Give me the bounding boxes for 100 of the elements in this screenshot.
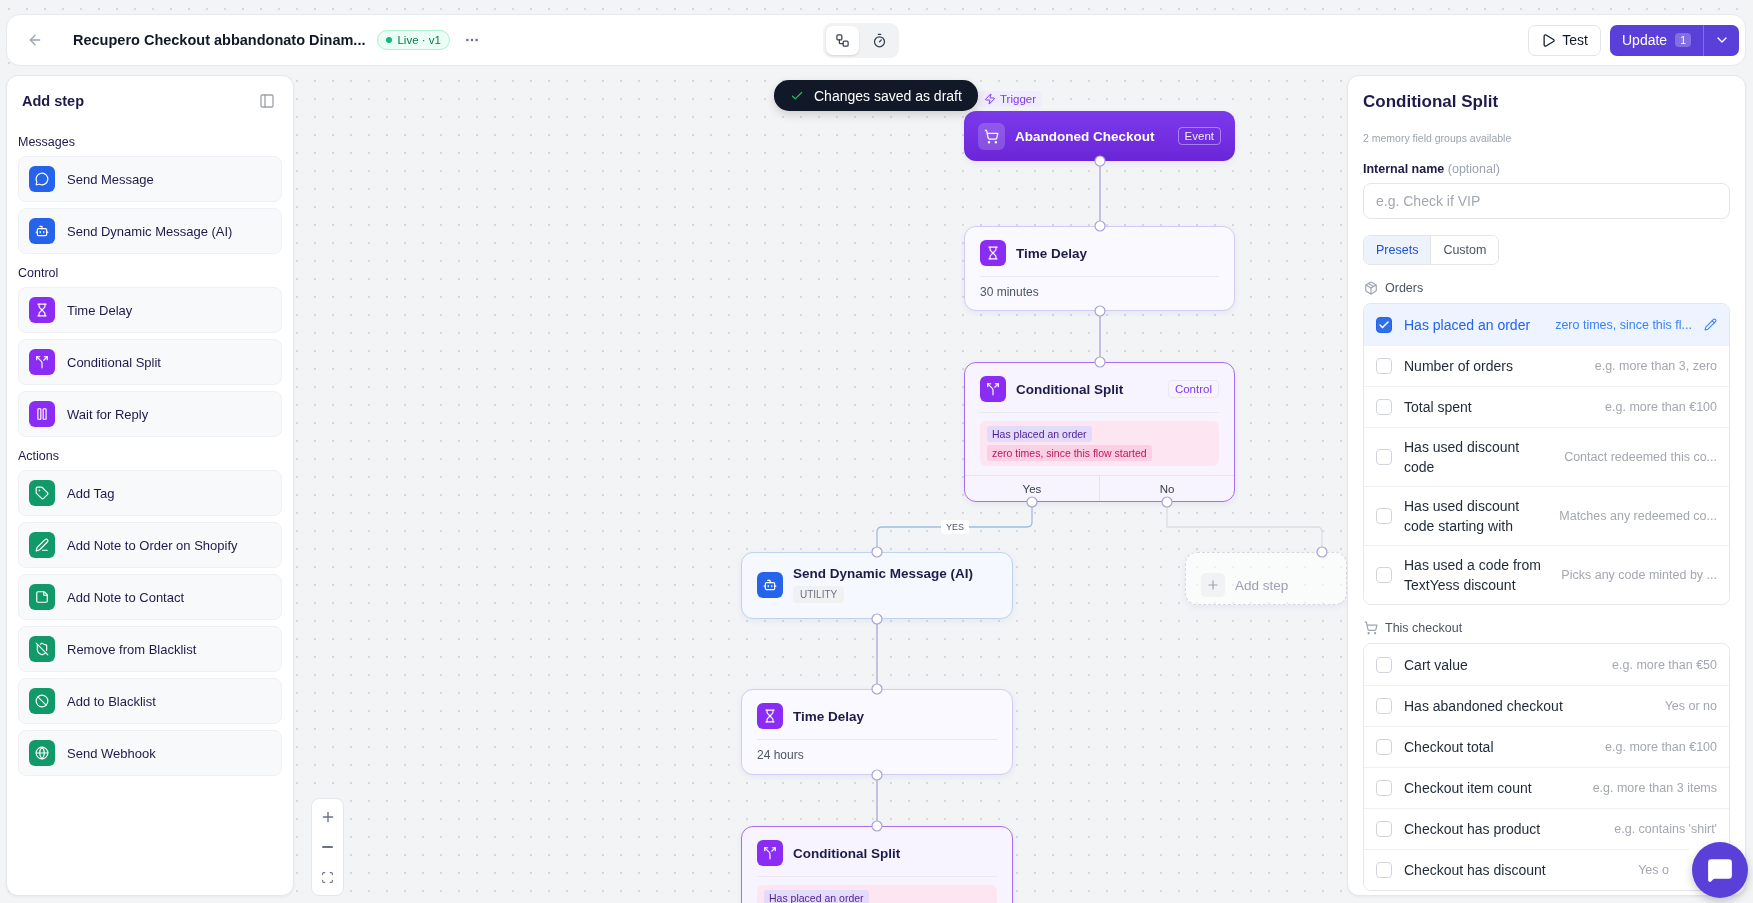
node-detail: 30 minutes	[980, 285, 1040, 299]
input-field[interactable]: e.g. Check if VIP	[1363, 183, 1730, 219]
toast-message: Changes saved as draft	[814, 87, 962, 104]
dropdown-button[interactable]	[1703, 24, 1739, 56]
option-hint: e.g. more than 3, zero	[1594, 359, 1717, 373]
branch-label: Yes	[1021, 481, 1043, 497]
connector	[1099, 315, 1101, 358]
branch-label: YES	[941, 520, 969, 534]
node-title: Abandoned Checkout	[1015, 128, 1156, 144]
step-item[interactable]: Add to Blacklist	[18, 678, 282, 724]
connection-handle[interactable]	[1161, 496, 1173, 508]
option-label: Cart value	[1404, 655, 1469, 675]
flow-node[interactable]: Conditional Split Control Has placed an order zero times, since this flow started Yes No	[964, 362, 1235, 502]
connection-handle[interactable]	[871, 613, 883, 625]
option-hint: e.g. more than €100	[1605, 740, 1717, 754]
node-detail: 24 hours	[757, 748, 805, 762]
option-label: Number of orders	[1404, 357, 1514, 376]
timer-icon	[872, 33, 887, 48]
sidebar-icon	[259, 93, 275, 109]
flow-title: Recupero Checkout abbandonato Dinam...	[73, 32, 366, 48]
option-label: Has used discount code starting with	[1404, 497, 1521, 536]
option-label: Has used discount code	[1404, 438, 1521, 477]
chat-icon	[1707, 857, 1733, 883]
flow-node[interactable]: Time Delay 30 minutes	[964, 226, 1235, 311]
option-label: Checkout has discount	[1404, 861, 1547, 880]
option-row[interactable]: Has placed an order zero times, since this fl...	[1364, 304, 1729, 345]
node-title: Time Delay	[1016, 245, 1089, 261]
status-dot	[386, 37, 393, 43]
step-item[interactable]: Send Message	[18, 156, 282, 202]
step-item[interactable]: Remove from Blacklist	[18, 626, 282, 672]
robot-icon	[757, 571, 783, 598]
step-item[interactable]: Send Webhook	[18, 730, 282, 776]
flow-node[interactable]: Send Dynamic Message (AI) UTILITY	[741, 552, 1013, 619]
checkbox[interactable]	[1376, 316, 1392, 333]
connection-handle[interactable]	[1316, 546, 1328, 558]
cart-icon	[978, 122, 1005, 150]
node-title: Conditional Split	[793, 845, 902, 861]
hourglass-icon	[757, 703, 783, 729]
node-title: Send Dynamic Message (AI)	[793, 566, 975, 581]
qualifier-chip: zero times, since this flow started	[987, 445, 1152, 461]
step-item[interactable]: Add Note to Contact	[18, 574, 282, 620]
connection-handle[interactable]	[871, 683, 883, 695]
option-label: Has abandoned checkout	[1404, 697, 1564, 716]
update-button[interactable]: Update 1	[1610, 24, 1703, 56]
connection-handle[interactable]	[1026, 496, 1038, 508]
option-hint: Picks any code minted by ...	[1561, 568, 1717, 582]
option-label: Checkout total	[1404, 738, 1495, 757]
step-item[interactable]: Add Note to Order on Shopify	[18, 522, 282, 568]
trigger-tag: Trigger	[978, 91, 1042, 107]
box-icon	[1364, 281, 1378, 295]
option-hint: Yes o	[1638, 863, 1669, 877]
flow-view-button[interactable]	[826, 26, 859, 55]
field-label: Internal name (optional)	[1363, 162, 1501, 176]
hourglass-icon	[980, 240, 1006, 266]
option-label: Checkout item count	[1404, 779, 1533, 798]
section-heading: Actions	[18, 449, 60, 463]
status-badge: Live · v1	[377, 30, 450, 50]
add-step-label: Add step	[1235, 577, 1289, 593]
option-label: Has used a code from TextYess discount	[1404, 556, 1542, 595]
connector	[876, 623, 878, 685]
group-heading: This checkout	[1385, 621, 1463, 635]
panel-title: Add step	[22, 93, 85, 109]
node-badge: UTILITY	[793, 586, 845, 603]
option-hint: zero times, since this fl...	[1555, 317, 1692, 332]
step-item[interactable]: Wait for Reply	[18, 391, 282, 437]
tab[interactable]: Presets	[1364, 236, 1431, 264]
connection-handle[interactable]	[1094, 155, 1106, 167]
connection-handle[interactable]	[1094, 356, 1106, 368]
connection-handle[interactable]	[1094, 220, 1106, 232]
option-hint: Matches any redeemed co...	[1559, 509, 1717, 523]
option-row[interactable]: Has used a code from TextYess discount Picks any code minted by ...	[1364, 545, 1729, 604]
edit-icon[interactable]	[1704, 318, 1717, 331]
plus-icon	[1201, 573, 1225, 597]
connection-handle[interactable]	[871, 546, 883, 558]
connection-handle[interactable]	[871, 820, 883, 832]
option-label: Total spent	[1404, 398, 1473, 417]
minus-icon	[322, 846, 333, 848]
option-hint: Contact redeemed this co...	[1564, 450, 1717, 464]
step-item[interactable]: Time Delay	[18, 287, 282, 333]
panel-title: Conditional Split	[1363, 92, 1500, 112]
group-heading: Orders	[1385, 281, 1424, 295]
step-item[interactable]: Add Tag	[18, 470, 282, 516]
test-button[interactable]: Test	[1528, 24, 1601, 56]
panel-subtitle: 2 memory field groups available	[1363, 132, 1513, 144]
option-row[interactable]: Checkout has discount Yes o	[1364, 849, 1689, 890]
flow-node[interactable]: Time Delay 24 hours	[741, 689, 1013, 775]
tab[interactable]: Custom	[1430, 236, 1499, 264]
connection-handle[interactable]	[871, 769, 883, 781]
node-badge: Event	[1177, 127, 1221, 145]
option-hint: e.g. contains 'shirt'	[1614, 822, 1717, 836]
bolt-icon	[984, 93, 996, 105]
node-title: Time Delay	[793, 708, 866, 724]
cart-icon	[1364, 621, 1378, 635]
section-heading: Control	[18, 266, 60, 280]
step-item[interactable]: Send Dynamic Message (AI)	[18, 208, 282, 254]
step-item[interactable]: Conditional Split	[18, 339, 282, 385]
option-hint: e.g. more than 3 items	[1592, 781, 1717, 795]
flow-node[interactable]: Abandoned Checkout Event	[964, 111, 1235, 161]
option-label: Has placed an order	[1404, 315, 1532, 335]
connection-handle[interactable]	[1094, 305, 1106, 317]
